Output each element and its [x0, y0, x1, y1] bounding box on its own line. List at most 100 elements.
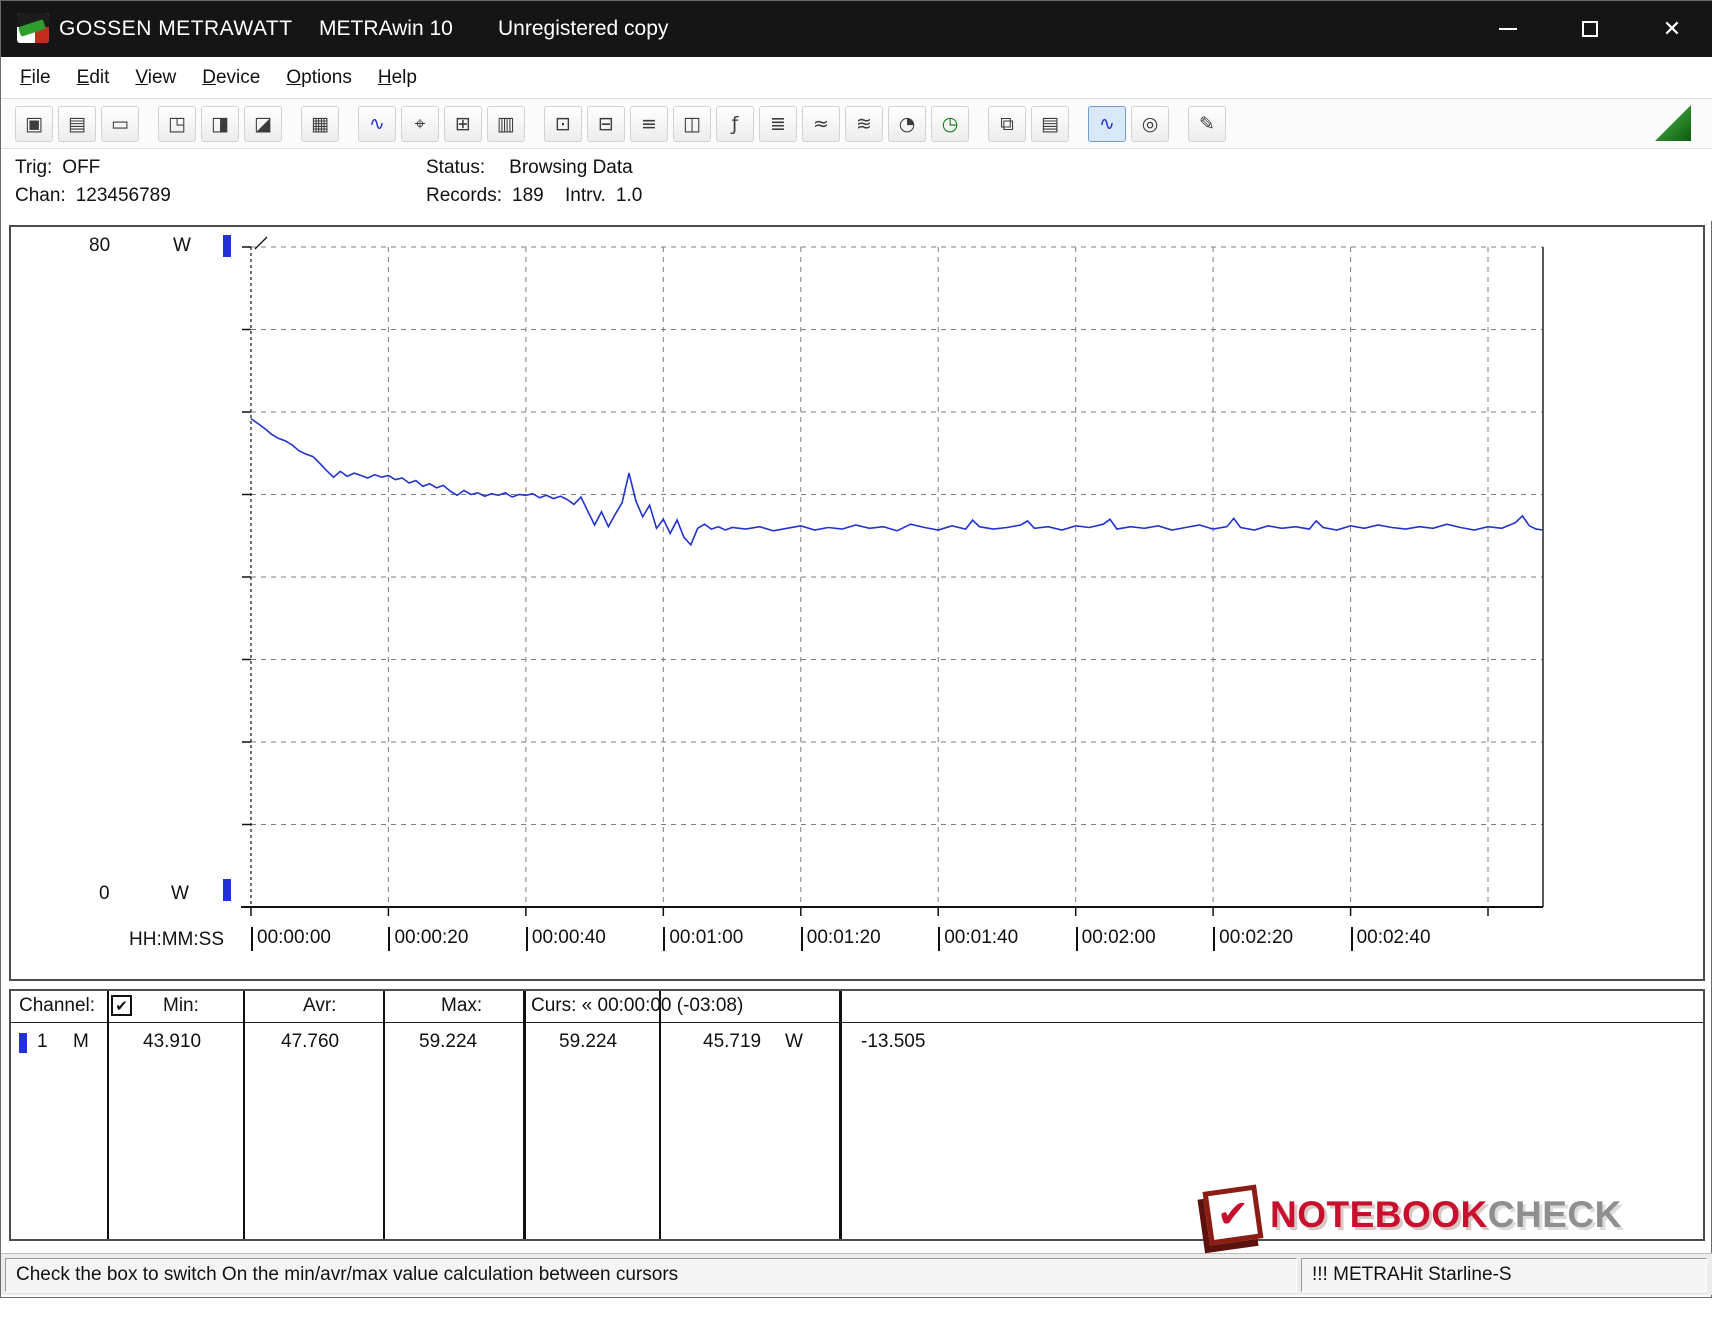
toolbar-save-data-button[interactable]: ▤ [58, 105, 96, 142]
x-axis-title: HH:MM:SS [129, 929, 224, 950]
title-app-name: METRAwin 10 [319, 17, 453, 40]
toolbar-export-card-button[interactable]: ◳ [158, 105, 196, 142]
interval-label: Intrv. [565, 185, 606, 206]
toolbar-bar-graph-view-button[interactable]: ▥ [487, 105, 525, 142]
toolbar-crosshair-view-button[interactable]: ⌖ [401, 105, 439, 142]
toolbar-memory-card-export-button[interactable]: ◪ [244, 105, 282, 142]
toolbar-data-clock-button[interactable]: ◔ [888, 105, 926, 142]
notebookcheck-check-icon: ✔ [1202, 1184, 1264, 1246]
open-file-icon: ▭ [111, 112, 129, 135]
status-bar-hint: Check the box to switch On the min/avr/m… [5, 1258, 1297, 1292]
x-tick-label: 00:01:00 [663, 927, 743, 951]
y-axis-max-label: 80 [89, 235, 111, 256]
toolbar-separator [144, 106, 158, 142]
header-max: Max: [441, 995, 483, 1016]
data-table-view-icon: ⊞ [455, 112, 471, 135]
toolbar-function-fx-button[interactable]: ƒ [716, 105, 754, 142]
cell-max: 59.224 [419, 1031, 478, 1052]
toolbar-device-memory-button[interactable]: ◨ [201, 105, 239, 142]
x-tick-label: 00:02:40 [1351, 927, 1431, 951]
toolbar-print-button[interactable]: ▤ [1031, 105, 1069, 142]
toolbar-print-preview-button[interactable]: ⧉ [988, 105, 1026, 142]
toolbar-save-screen-button[interactable]: ▣ [15, 105, 53, 142]
toolbar-zoom-wave-button[interactable]: ∿ [1088, 105, 1126, 142]
cell-avr: 47.760 [281, 1031, 340, 1052]
menu-item-edit[interactable]: Edit [64, 57, 123, 99]
acquisition-info-panel: Trig: OFF Chan: 123456789 Status: Browsing … [1, 149, 1712, 221]
menu-item-view[interactable]: View [122, 57, 189, 99]
cell-channel: 1 [37, 1031, 48, 1052]
toolbar-line-graph-view-button[interactable]: ∿ [358, 105, 396, 142]
channel-value: 123456789 [75, 185, 171, 206]
notebookcheck-watermark: ✔ NOTEBOOKCHECK [1202, 1176, 1621, 1254]
table-header-row: Channel: ✔ Min: Avr: Max: Curs: « 00:00:… [11, 991, 1703, 1023]
status-bar: Check the box to switch On the min/avr/m… [1, 1253, 1712, 1295]
toolbar: ▣ ▤ ▭ ◳ ◨ ◪ ▦ ∿ ⌖ ⊞ ▥ ⊡ ⊟ ≡ ◫ ƒ ≣ ≈ ≋ ◔ ◷ ⧉ ▤ ∿ ◎ ✎ [1, 99, 1712, 149]
y-axis-bottom-channel-marker[interactable] [223, 879, 231, 901]
header-channel: Channel: [19, 995, 96, 1016]
chart-plot[interactable] [241, 236, 1544, 916]
minimize-icon [1499, 28, 1517, 30]
toolbar-signal-filter-button[interactable]: ≋ [845, 105, 883, 142]
toolbar-monitor-wave-button[interactable]: ◫ [673, 105, 711, 142]
toolbar-zoom-search-button[interactable]: ◎ [1131, 105, 1169, 142]
menu-item-help[interactable]: Help [365, 57, 430, 99]
toolbar-separator [530, 106, 544, 142]
calculator-export-icon: ≣ [770, 112, 786, 135]
toolbar-calculator-export-button[interactable]: ≣ [759, 105, 797, 142]
chart-panel: 80 W 0 W HH:MM:SS 00:00:00 00:00:20 00:00:… [9, 225, 1705, 981]
toolbar-annotation-button[interactable]: ✎ [1188, 105, 1226, 142]
export-card-icon: ◳ [168, 112, 186, 135]
toolbar-separator [974, 106, 988, 142]
check-glyph: ✔ [1217, 1194, 1249, 1236]
toolbar-stopwatch-button[interactable]: ◷ [931, 105, 969, 142]
records-label: Records: [426, 185, 503, 206]
toolbar-screen-import-button[interactable]: ⊟ [587, 105, 625, 142]
y-axis-max-unit: W [173, 235, 191, 256]
print-icon: ▤ [1041, 112, 1059, 135]
table-row[interactable]: 1 M 43.910 47.760 59.224 59.224 45.719 W… [11, 1029, 1703, 1059]
zoom-search-icon: ◎ [1141, 112, 1159, 135]
trigger-label: Trig: [15, 157, 53, 178]
y-axis-top-channel-marker[interactable] [223, 235, 231, 257]
trigger-value: OFF [62, 157, 101, 178]
close-button[interactable]: ✕ [1631, 1, 1712, 57]
menu-item-file[interactable]: File [7, 57, 64, 99]
x-tick-label: 00:00:20 [388, 927, 468, 951]
records-status: Records: 189 Intrv. 1.0 [426, 185, 642, 207]
maximize-button[interactable] [1549, 1, 1631, 57]
lcd-display-icon: ▦ [311, 112, 329, 135]
title-bar: GOSSEN METRAWATT METRAwin 10 Unregistere… [1, 1, 1712, 57]
trigger-status: Trig: OFF [15, 157, 100, 179]
watermark-word-check: CHECK [1487, 1194, 1622, 1235]
toolbar-channel-settings-button[interactable]: ≡ [630, 105, 668, 142]
menu-item-options[interactable]: Options [273, 57, 364, 99]
channel-color-marker [19, 1033, 27, 1053]
toolbar-lcd-display-button[interactable]: ▦ [301, 105, 339, 142]
toolbar-data-table-view-button[interactable]: ⊞ [444, 105, 482, 142]
monitor-wave-icon: ◫ [683, 112, 701, 135]
resize-grip-triangle-icon [1655, 105, 1691, 141]
toolbar-separator [1074, 106, 1088, 142]
screen-import-icon: ⊟ [598, 112, 614, 135]
stopwatch-icon: ◷ [941, 112, 959, 135]
checkbox-check-icon: ✔ [115, 997, 128, 1015]
header-min: Min: [163, 995, 199, 1016]
interval-value: 1.0 [615, 185, 643, 206]
menu-item-device[interactable]: Device [189, 57, 273, 99]
line-graph-view-icon: ∿ [369, 112, 385, 135]
channel-status: Chan: 123456789 [15, 185, 171, 207]
signal-filter-icon: ≋ [856, 112, 872, 135]
toolbar-open-file-button[interactable]: ▭ [101, 105, 139, 142]
print-preview-icon: ⧉ [1000, 112, 1014, 135]
header-cursor-info: Curs: « 00:00:00 (-03:08) [531, 995, 744, 1016]
minimize-button[interactable] [1467, 1, 1549, 57]
cell-cursor-a: 59.224 [559, 1031, 618, 1052]
x-axis-ticks: HH:MM:SS 00:00:00 00:00:20 00:00:40 00:01:0… [11, 927, 1707, 959]
min-avr-max-checkbox[interactable]: ✔ [111, 995, 132, 1016]
toolbar-screen-export-button[interactable]: ⊡ [544, 105, 582, 142]
screen-export-icon: ⊡ [555, 112, 571, 135]
toolbar-signal-split-button[interactable]: ≈ [802, 105, 840, 142]
status-bar-device: !!! METRAHit Starline-S [1301, 1258, 1707, 1292]
zoom-wave-icon: ∿ [1099, 112, 1115, 135]
